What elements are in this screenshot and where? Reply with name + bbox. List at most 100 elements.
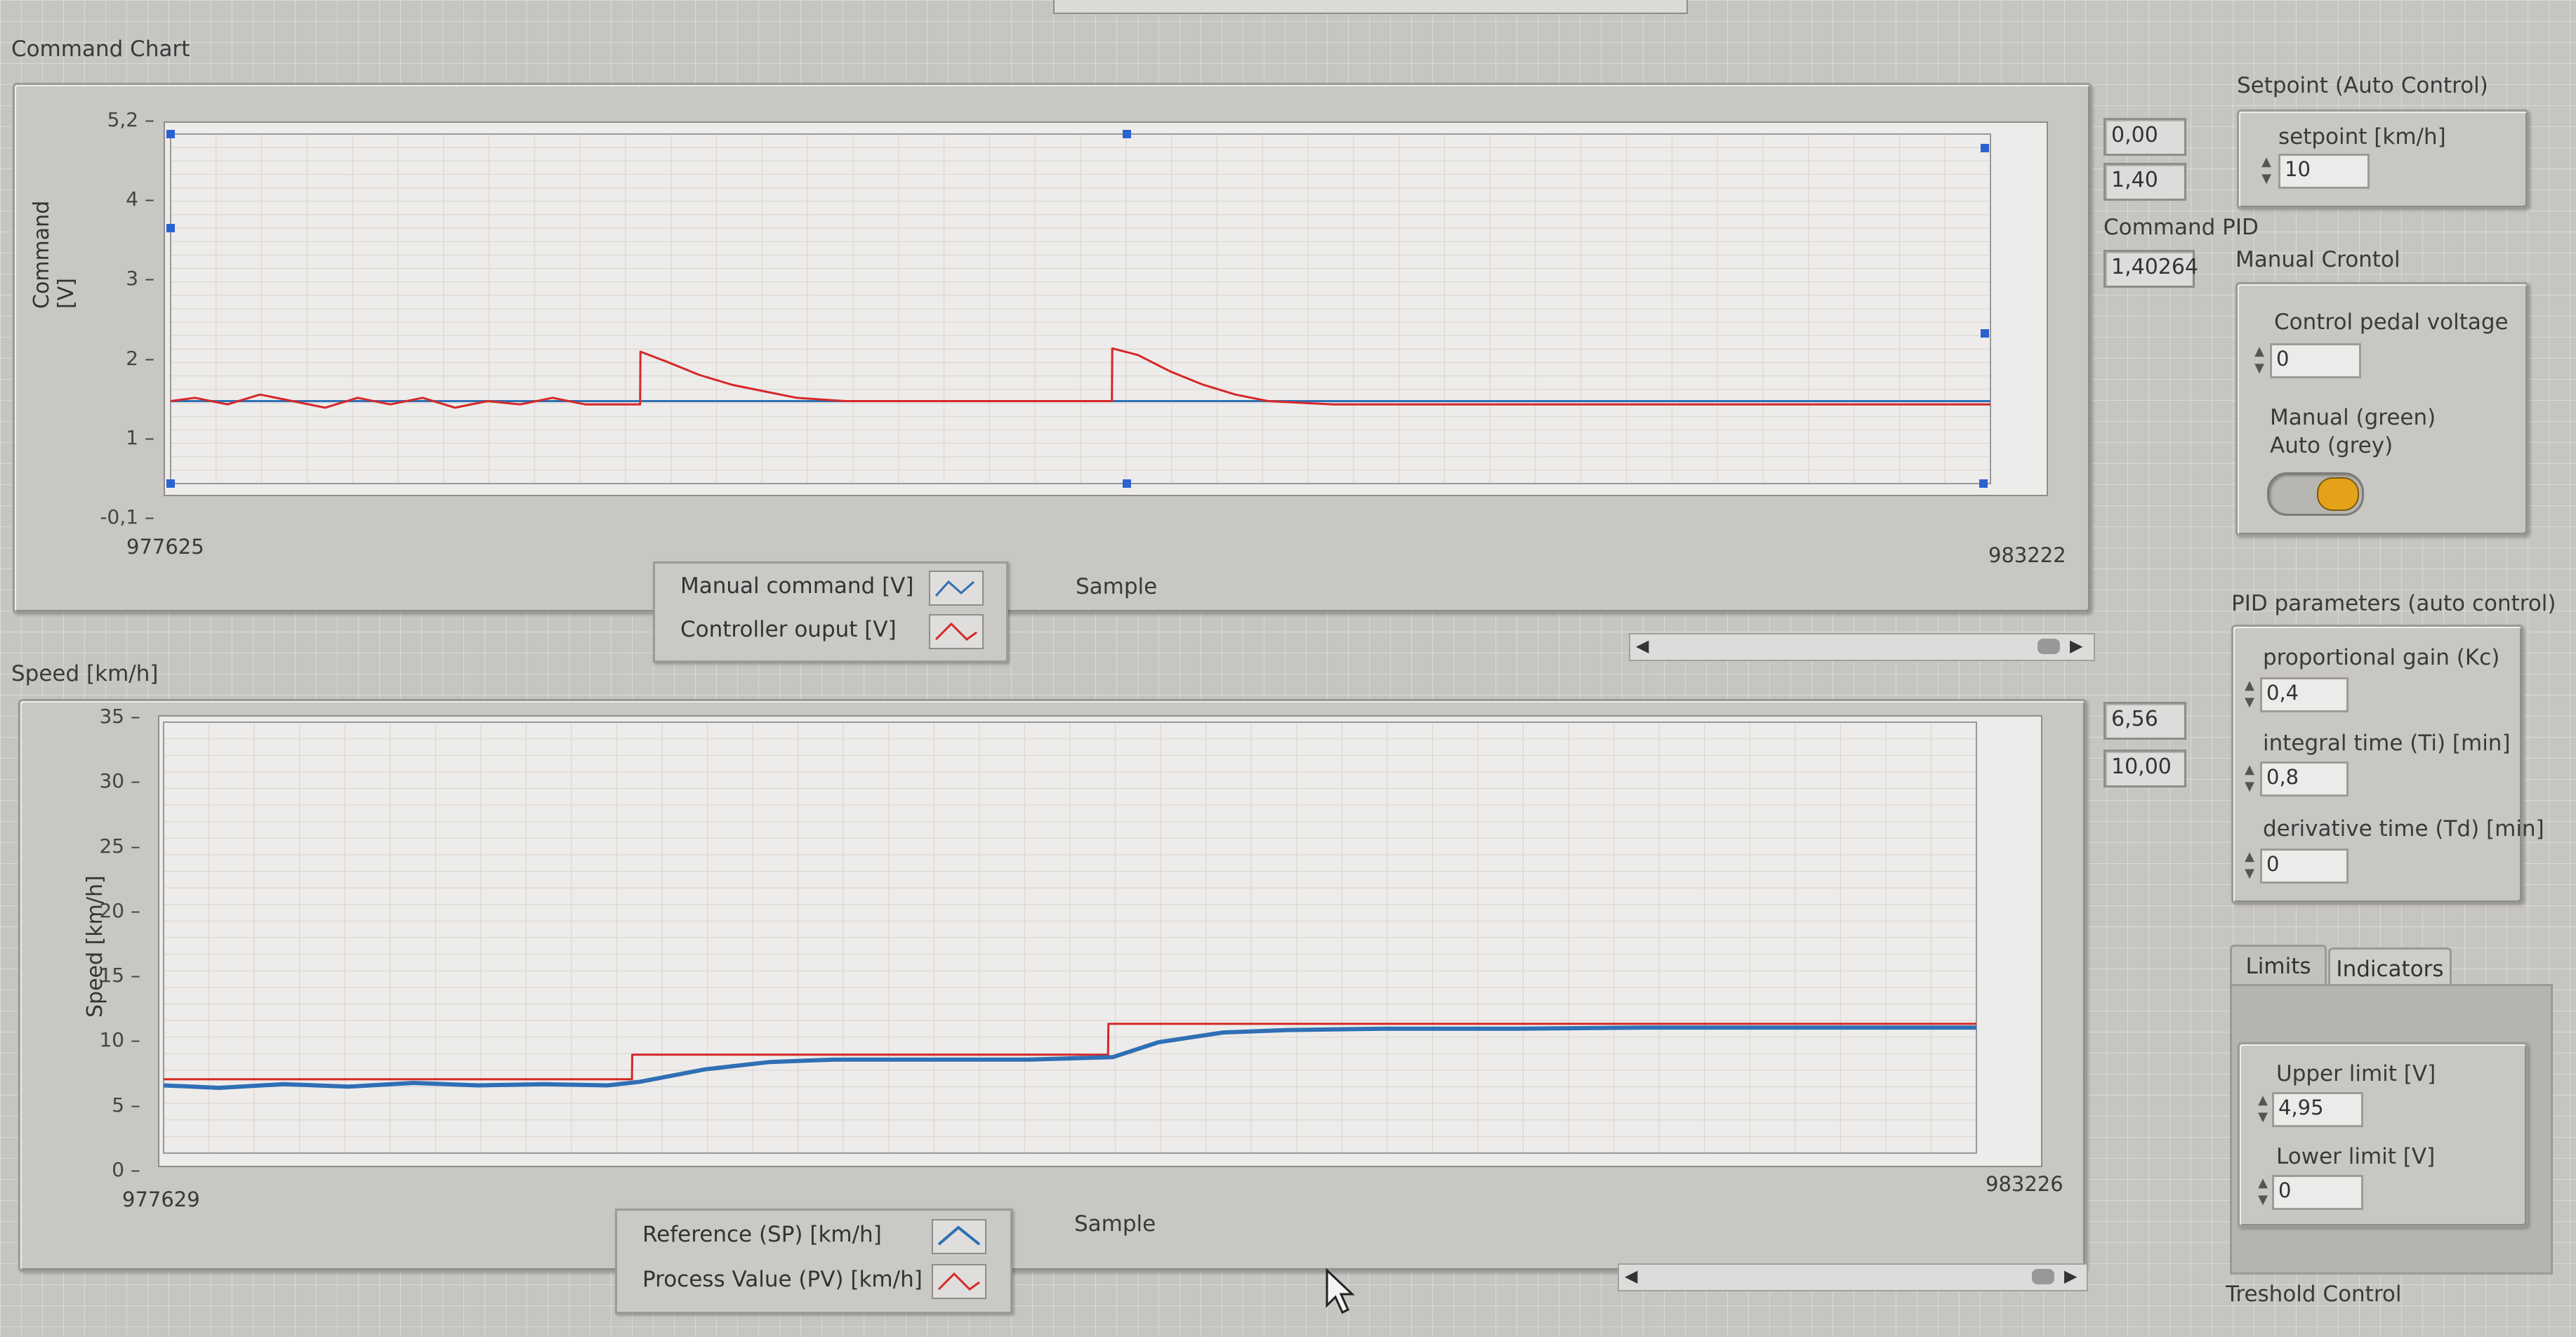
cursor-marker[interactable] xyxy=(1981,144,1989,152)
command-x-end: 983222 xyxy=(1988,543,2066,567)
legend-manual-icon[interactable] xyxy=(929,571,984,606)
command-y-tick-label: 3 – xyxy=(126,267,154,291)
upper-limit-spin-icon[interactable]: ▲ ▼ xyxy=(2254,1092,2272,1127)
upper-limit-input[interactable]: 4,95 xyxy=(2272,1092,2363,1127)
threshold-control-label: Treshold Control xyxy=(2226,1282,2402,1307)
td-label: derivative time (Td) [min] xyxy=(2263,816,2544,842)
cursor-marker[interactable] xyxy=(166,130,175,138)
command-chart-svg xyxy=(166,130,1991,488)
scroll-thumb[interactable] xyxy=(2032,1269,2054,1284)
legend-manual-command: Manual command [V] xyxy=(680,573,914,599)
ti-label: integral time (Ti) [min] xyxy=(2263,731,2511,756)
setpoint-spin-icon[interactable]: ▲ ▼ xyxy=(2257,154,2276,189)
cursor-marker[interactable] xyxy=(1123,479,1131,488)
command-chart-panel xyxy=(13,83,2092,613)
speed-readout-1: 6,56 xyxy=(2103,702,2186,740)
pedal-voltage-label: Control pedal voltage xyxy=(2274,310,2509,335)
speed-y-axis-label: Speed [km/h] xyxy=(83,863,111,1018)
speed-x-start: 977629 xyxy=(122,1188,200,1211)
speed-y-tick-label: 35 – xyxy=(99,705,140,728)
cursor-marker[interactable] xyxy=(1979,479,1988,488)
setpoint-panel: setpoint [km/h] ▲ ▼ 10 xyxy=(2237,109,2529,209)
cursor-marker[interactable] xyxy=(166,479,175,488)
speed-chart-panel xyxy=(18,699,2087,1272)
tab-limits[interactable]: Limits xyxy=(2230,945,2327,984)
speed-y-axis-text: Speed [km/h] xyxy=(83,875,107,1018)
legend-controller-output: Controller ouput [V] xyxy=(680,617,897,642)
toggle-knob xyxy=(2317,477,2359,511)
cursor-marker[interactable] xyxy=(1981,329,1989,338)
command-y-tick-label: 1 – xyxy=(126,425,154,449)
command-y-tick-label: -0,1 – xyxy=(100,505,154,528)
mode-label-auto: Auto (grey) xyxy=(2270,433,2393,458)
scroll-right-icon[interactable]: ▶ xyxy=(2064,1266,2077,1286)
command-y-tick-label: 4 – xyxy=(126,187,154,211)
window-top-bar xyxy=(1053,0,1688,14)
td-spin-icon[interactable]: ▲ ▼ xyxy=(2240,849,2259,884)
pid-panel: proportional gain (Kc) ▲ ▼ 0,4 integral t… xyxy=(2231,625,2544,904)
manual-auto-toggle[interactable] xyxy=(2267,472,2364,516)
command-chart-scrollbar[interactable]: ◀ ▶ xyxy=(1629,633,2095,661)
command-readout-1: 0,00 xyxy=(2103,118,2186,156)
speed-y-tick-label: 5 – xyxy=(112,1093,140,1117)
cursor-marker[interactable] xyxy=(166,224,175,232)
speed-chart-scrollbar[interactable]: ◀ ▶ xyxy=(1618,1263,2088,1291)
speed-y-tick-label: 10 – xyxy=(99,1028,140,1052)
speed-x-end: 983226 xyxy=(1986,1172,2063,1196)
tab-indicators[interactable]: Indicators xyxy=(2328,947,2452,987)
legend-controller-icon[interactable] xyxy=(929,614,984,649)
setpoint-input[interactable]: 10 xyxy=(2278,154,2370,189)
scroll-left-icon[interactable]: ◀ xyxy=(1636,636,1649,656)
setpoint-title: Setpoint (Auto Control) xyxy=(2237,73,2488,98)
command-legend[interactable]: Manual command [V] Controller ouput [V] xyxy=(653,561,1008,663)
legend-process-value: Process Value (PV) [km/h] xyxy=(642,1267,923,1292)
speed-y-tick-label: 25 – xyxy=(99,834,140,858)
ti-spin-icon[interactable]: ▲ ▼ xyxy=(2240,761,2259,797)
grid xyxy=(170,133,1991,484)
grid xyxy=(163,721,1977,1154)
speed-chart-title: Speed [km/h] xyxy=(11,661,159,686)
command-y-tick-label: 5,2 – xyxy=(107,108,154,131)
manual-control-panel: Control pedal voltage ▲ ▼ 0 Manual (green… xyxy=(2235,282,2529,536)
speed-chart-plot[interactable] xyxy=(158,715,2042,1167)
speed-y-tick-label: 20 – xyxy=(99,898,140,922)
legend-process-icon[interactable] xyxy=(932,1264,986,1299)
speed-legend[interactable]: Reference (SP) [km/h] Process Value (PV)… xyxy=(615,1209,1012,1314)
command-y-tick-label: 2 – xyxy=(126,346,154,370)
upper-limit-label: Upper limit [V] xyxy=(2276,1061,2436,1086)
pedal-voltage-spin-icon[interactable]: ▲ ▼ xyxy=(2250,343,2268,378)
cursor-marker[interactable] xyxy=(1123,130,1131,138)
td-input[interactable]: 0 xyxy=(2260,849,2349,884)
speed-y-tick-label: 15 – xyxy=(99,964,140,987)
limits-tab-page: Upper limit [V] ▲ ▼ 4,95 Lower limit [V] … xyxy=(2230,984,2553,1275)
mouse-cursor-icon xyxy=(1326,1268,1355,1315)
scroll-thumb[interactable] xyxy=(2037,639,2060,654)
lower-limit-spin-icon[interactable]: ▲ ▼ xyxy=(2254,1175,2272,1210)
scroll-left-icon[interactable]: ◀ xyxy=(1625,1266,1637,1286)
ti-input[interactable]: 0,8 xyxy=(2260,761,2349,797)
limits-panel: Upper limit [V] ▲ ▼ 4,95 Lower limit [V] … xyxy=(2238,1042,2528,1228)
command-chart-title: Command Chart xyxy=(11,36,190,62)
pid-title: PID parameters (auto control) xyxy=(2231,591,2556,616)
kc-spin-icon[interactable]: ▲ ▼ xyxy=(2240,677,2259,712)
legend-reference-icon[interactable] xyxy=(932,1219,986,1254)
setpoint-label: setpoint [km/h] xyxy=(2278,124,2446,149)
speed-x-axis-label: Sample xyxy=(1074,1211,1156,1237)
speed-y-tick-label: 30 – xyxy=(99,769,140,793)
kc-input[interactable]: 0,4 xyxy=(2260,677,2349,712)
speed-readout-2: 10,00 xyxy=(2103,750,2186,787)
command-pid-value: 1,40264 xyxy=(2103,250,2198,288)
command-chart-plot[interactable] xyxy=(164,121,2048,496)
command-x-start: 977625 xyxy=(126,535,204,559)
command-y-axis-label: Command [V] xyxy=(29,168,79,309)
speed-chart-svg xyxy=(163,721,1977,1154)
command-readout-2: 1,40 xyxy=(2103,163,2186,201)
command-x-axis-label: Sample xyxy=(1076,574,1158,599)
legend-reference-sp: Reference (SP) [km/h] xyxy=(642,1222,882,1247)
scroll-right-icon[interactable]: ▶ xyxy=(2070,636,2082,656)
kc-label: proportional gain (Kc) xyxy=(2263,645,2500,670)
speed-y-tick-label: 0 – xyxy=(112,1158,140,1181)
pedal-voltage-input[interactable]: 0 xyxy=(2270,343,2361,378)
lower-limit-input[interactable]: 0 xyxy=(2272,1175,2363,1210)
manual-control-title: Manual Crontol xyxy=(2235,247,2400,272)
